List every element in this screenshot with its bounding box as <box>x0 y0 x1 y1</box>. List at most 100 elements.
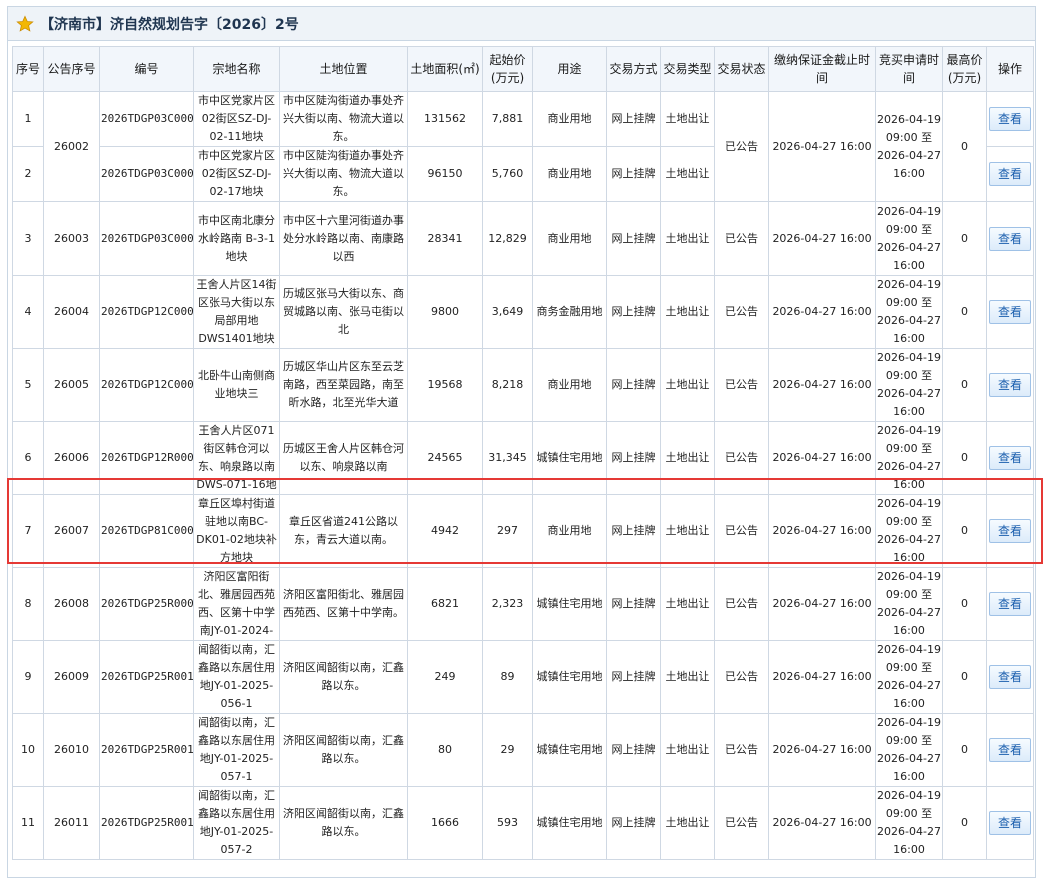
cell-type: 土地出让 <box>660 421 715 495</box>
cell-apply: 2026-04-19 09:00 至 2026-04-27 16:00 <box>875 713 943 787</box>
cell-no: 5 <box>12 348 44 422</box>
cell-code: 2026TDGP25R0011 <box>99 713 194 787</box>
cell-location: 历城区华山片区东至云芝南路，西至菜园路，南至昕水路，北至光华大道 <box>279 348 408 422</box>
cell-no: 6 <box>12 421 44 495</box>
cell-status: 已公告 <box>714 201 769 276</box>
cell-deadline: 2026-04-27 16:00 <box>768 640 876 714</box>
view-button[interactable]: 查看 <box>989 519 1031 543</box>
col-use: 用途 <box>532 46 607 92</box>
cell-action: 查看 <box>986 146 1034 202</box>
cell-notice: 26010 <box>43 713 100 787</box>
col-price: 起始价(万元) <box>482 46 533 92</box>
view-button[interactable]: 查看 <box>989 665 1031 689</box>
cell-use: 商业用地 <box>532 91 607 147</box>
view-button[interactable]: 查看 <box>989 738 1031 762</box>
col-status: 交易状态 <box>714 46 769 92</box>
cell-method: 网上挂牌 <box>606 348 661 422</box>
col-method: 交易方式 <box>606 46 661 92</box>
cell-method: 网上挂牌 <box>606 201 661 276</box>
view-button[interactable]: 查看 <box>989 226 1031 251</box>
cell-action: 查看 <box>986 786 1034 860</box>
cell-name-text: 北卧牛山南侧商业地块三 <box>198 369 275 400</box>
cell-location: 济阳区闻韶街以南，汇鑫路以东。 <box>279 640 408 714</box>
cell-location: 历城区王舍人片区韩仓河以东、响泉路以南 <box>279 421 408 495</box>
cell-deadline: 2026-04-27 16:00 <box>768 494 876 568</box>
announcement-panel: 【济南市】济自然规划告字〔2026〕2号 序号 公告序号 编号 宗地名称 土地位… <box>7 6 1036 878</box>
cell-notice: 26011 <box>43 786 100 860</box>
cell-max: 0 <box>942 201 987 276</box>
cell-area: 19568 <box>407 348 483 422</box>
table-row: 1 26002 2026TDGP03C0002 市中区党家片区02街区SZ-DJ… <box>12 91 1034 202</box>
cell-use: 商业用地 <box>532 494 607 568</box>
cell-no: 3 <box>12 201 44 276</box>
cell-status: 已公告 <box>714 640 769 714</box>
table-row: 7 26007 2026TDGP81C0008 章丘区埠村街道驻地以南BC-DK… <box>12 494 1034 568</box>
cell-name: 闻韶街以南，汇鑫路以东居住用地JY-01-2025-056-1 <box>193 640 280 714</box>
view-button[interactable]: 查看 <box>989 107 1031 131</box>
cell-apply: 2026-04-19 09:00 至 2026-04-27 16:00 <box>875 275 943 349</box>
cell-max: 0 <box>942 494 987 568</box>
cell-location: 历城区张马大街以东、商贸城路以南、张马屯街以北 <box>279 275 408 349</box>
cell-type: 土地出让 <box>660 494 715 568</box>
cell-notice: 26002 <box>43 91 100 202</box>
cell-type: 土地出让 <box>660 713 715 787</box>
cell-name-text: 市中区党家片区02街区SZ-DJ-02-11地块 <box>198 94 275 143</box>
cell-max: 0 <box>942 567 987 641</box>
cell-price: 89 <box>482 640 533 714</box>
view-button[interactable]: 查看 <box>989 373 1031 397</box>
cell-method: 网上挂牌 <box>606 91 661 147</box>
cell-deadline: 2026-04-27 16:00 <box>768 91 876 202</box>
cell-area: 80 <box>407 713 483 787</box>
cell-price: 297 <box>482 494 533 568</box>
cell-notice: 26007 <box>43 494 100 568</box>
view-button[interactable]: 查看 <box>989 162 1031 186</box>
cell-method: 网上挂牌 <box>606 567 661 641</box>
cell-price: 7,881 <box>482 91 533 147</box>
cell-area: 24565 <box>407 421 483 495</box>
cell-max: 0 <box>942 640 987 714</box>
cell-notice: 26005 <box>43 348 100 422</box>
cell-method: 网上挂牌 <box>606 713 661 787</box>
cell-location: 济阳区富阳街北、雅居园西苑西、区第十中学南。 <box>279 567 408 641</box>
col-apply: 竞买申请时间 <box>875 46 943 92</box>
cell-code: 2026TDGP03C0002 <box>99 91 194 147</box>
col-location: 土地位置 <box>279 46 408 92</box>
cell-use: 城镇住宅用地 <box>532 786 607 860</box>
cell-no: 10 <box>12 713 44 787</box>
cell-apply: 2026-04-19 09:00 至 2026-04-27 16:00 <box>875 640 943 714</box>
cell-action: 查看 <box>986 348 1034 422</box>
cell-deadline: 2026-04-27 16:00 <box>768 421 876 495</box>
cell-location: 济阳区闻韶街以南，汇鑫路以东。 <box>279 786 408 860</box>
view-button[interactable]: 查看 <box>989 300 1031 324</box>
cell-area: 1666 <box>407 786 483 860</box>
table-row: 8 26008 2026TDGP25R0009 济阳区富阳街北、雅居园西苑西、区… <box>12 567 1034 641</box>
cell-action: 查看 <box>986 91 1034 147</box>
cell-type: 土地出让 <box>660 786 715 860</box>
cell-action: 查看 <box>986 201 1034 276</box>
cell-location: 市中区陡沟街道办事处齐兴大街以南、物流大道以东。 <box>279 91 408 147</box>
col-type: 交易类型 <box>660 46 715 92</box>
view-button[interactable]: 查看 <box>989 592 1031 616</box>
cell-status: 已公告 <box>714 275 769 349</box>
cell-action: 查看 <box>986 275 1034 349</box>
view-button[interactable]: 查看 <box>989 446 1031 470</box>
cell-no: 8 <box>12 567 44 641</box>
cell-name-text: 市中区党家片区02街区SZ-DJ-02-17地块 <box>198 149 275 198</box>
cell-name-text: 闻韶街以南，汇鑫路以东居住用地JY-01-2025-057-2 <box>198 789 275 856</box>
cell-no: 7 <box>12 494 44 568</box>
cell-method: 网上挂牌 <box>606 275 661 349</box>
cell-use: 商务金融用地 <box>532 275 607 349</box>
cell-type: 土地出让 <box>660 275 715 349</box>
land-parcel-table: 序号 公告序号 编号 宗地名称 土地位置 土地面积(㎡) 起始价(万元) 用途 … <box>12 46 1034 860</box>
cell-deadline: 2026-04-27 16:00 <box>768 275 876 349</box>
cell-name-text: 济阳区富阳街北、雅居园西苑西、区第十中学南JY-01-2024-032-1 <box>198 570 275 637</box>
cell-price: 2,323 <box>482 567 533 641</box>
table-row: 10 26010 2026TDGP25R0011 闻韶街以南，汇鑫路以东居住用地… <box>12 713 1034 787</box>
cell-type: 土地出让 <box>660 201 715 276</box>
cell-use: 商业用地 <box>532 201 607 276</box>
cell-price: 12,829 <box>482 201 533 276</box>
cell-price: 3,649 <box>482 275 533 349</box>
cell-code: 2026TDGP25R0010 <box>99 640 194 714</box>
view-button[interactable]: 查看 <box>989 811 1031 835</box>
cell-method: 网上挂牌 <box>606 421 661 495</box>
